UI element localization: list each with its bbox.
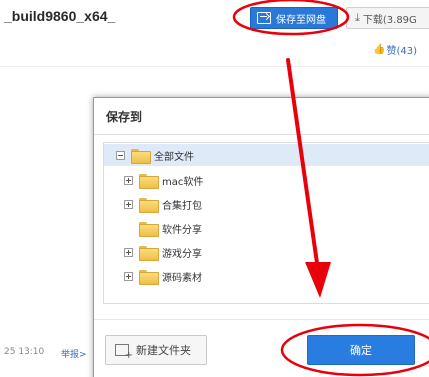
folder-icon [139, 245, 159, 261]
dialog-title: 保存到 [106, 110, 143, 124]
new-folder-icon [115, 344, 133, 361]
divider [94, 319, 429, 320]
tree-item-source[interactable]: 源码素材 [124, 265, 202, 287]
confirm-button[interactable]: 确定 [307, 335, 415, 365]
divider [0, 66, 429, 67]
folder-tree: 全部文件 mac软件 合集打包 软件分享 游戏分享 源码素材 [103, 142, 429, 304]
folder-icon [139, 173, 159, 189]
report-link[interactable]: 举报> [61, 347, 87, 360]
tree-item-label: 软件分享 [162, 224, 202, 236]
like-button[interactable]: 👍 赞(43) [373, 42, 417, 57]
timestamp: 25 13:10 [4, 347, 45, 357]
file-title: _build9860_x64_ [4, 8, 116, 24]
folder-icon [139, 269, 159, 285]
tree-item-games[interactable]: 游戏分享 [124, 241, 202, 263]
save-to-cloud-icon [257, 12, 271, 24]
save-to-cloud-label: 保存至网盘 [276, 14, 326, 26]
tree-item-label: mac软件 [162, 176, 204, 188]
save-to-cloud-button[interactable]: 保存至网盘 [250, 7, 338, 29]
tree-item-label: 游戏分享 [162, 248, 202, 260]
thumbs-up-icon: 👍 [373, 44, 386, 55]
like-label: 赞(43) [386, 46, 417, 57]
folder-icon [131, 148, 151, 164]
download-label: 下载(3.89G [362, 14, 417, 26]
download-icon: ⤓ [355, 11, 360, 24]
tree-item-label: 合集打包 [162, 200, 202, 212]
tree-item-mac[interactable]: mac软件 [124, 169, 203, 191]
tree-item-label: 全部文件 [154, 151, 194, 163]
tree-item-bundle[interactable]: 合集打包 [124, 193, 202, 215]
expand-icon[interactable] [124, 247, 133, 257]
divider [94, 134, 429, 135]
collapse-icon[interactable] [116, 150, 125, 160]
confirm-label: 确定 [350, 344, 372, 357]
expand-icon[interactable] [124, 175, 133, 185]
expand-icon[interactable] [124, 271, 133, 281]
download-button[interactable]: ⤓ 下载(3.89G [346, 7, 429, 29]
tree-item-root[interactable]: 全部文件 [104, 144, 429, 166]
new-folder-button[interactable]: 新建文件夹 [105, 335, 207, 365]
tree-item-software[interactable]: 软件分享 [124, 217, 202, 239]
folder-icon [139, 221, 159, 237]
expand-icon[interactable] [124, 199, 133, 209]
new-folder-label: 新建文件夹 [136, 344, 191, 357]
save-to-dialog: 保存到 全部文件 mac软件 合集打包 软件分享 游戏分享 源码素材 + 新建文… [93, 97, 429, 377]
tree-item-label: 源码素材 [162, 272, 202, 284]
folder-icon [139, 197, 159, 213]
